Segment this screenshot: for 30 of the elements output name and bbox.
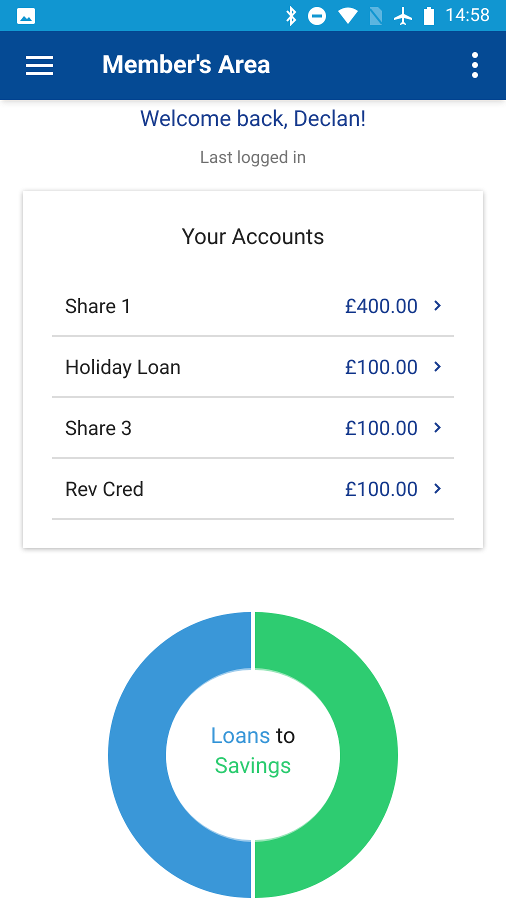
status-time: 14:58	[445, 4, 490, 28]
no-sim-icon	[369, 6, 384, 26]
chevron-right-icon	[434, 361, 441, 372]
account-row[interactable]: Holiday Loan £100.00	[52, 337, 454, 398]
do-not-disturb-icon	[307, 6, 328, 26]
image-icon	[16, 6, 36, 26]
account-balance: £100.00	[344, 354, 418, 380]
account-name: Share 3	[65, 414, 132, 442]
battery-icon	[423, 6, 436, 26]
account-row[interactable]: Share 3 £100.00	[52, 398, 454, 459]
more-options-button[interactable]	[470, 51, 480, 80]
account-row[interactable]: Share 1 £400.00	[52, 276, 454, 337]
account-name: Holiday Loan	[65, 354, 181, 380]
chevron-right-icon	[434, 483, 441, 494]
app-title: Member's Area	[102, 50, 271, 82]
account-balance: £100.00	[344, 476, 418, 502]
chevron-right-icon	[434, 300, 441, 311]
last-logged-in: Last logged in	[200, 146, 306, 170]
card-title: Your Accounts	[182, 224, 324, 252]
chevron-right-icon	[434, 422, 441, 433]
airplane-icon	[393, 6, 414, 26]
wifi-icon	[337, 6, 360, 25]
account-name: Share 1	[65, 292, 132, 320]
welcome-message: Welcome back, Declan!	[140, 106, 366, 134]
account-balance: £100.00	[344, 414, 418, 442]
donut-center-label: Loans to Savings	[210, 723, 296, 781]
account-name: Rev Cred	[65, 476, 144, 502]
account-row[interactable]: Rev Cred £100.00	[52, 459, 454, 520]
account-balance: £400.00	[344, 292, 418, 320]
bluetooth-icon	[285, 6, 298, 26]
